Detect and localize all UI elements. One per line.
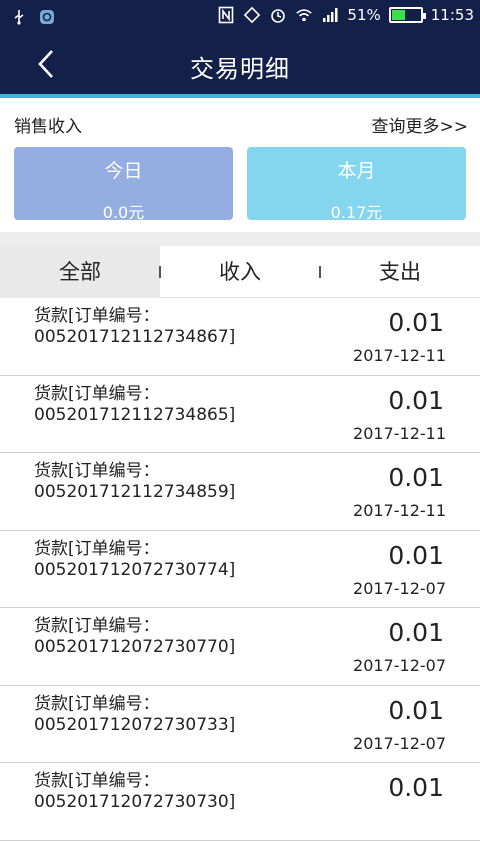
item-description: 货款[订单编号： 005201712072730774] bbox=[34, 539, 294, 581]
filter-tabs: 全部 收入 支出 bbox=[0, 246, 480, 298]
item-desc-line2: 005201712112734867] bbox=[34, 327, 236, 347]
item-amount: 0.01 bbox=[388, 618, 444, 647]
item-desc-line2: 005201712112734859] bbox=[34, 482, 236, 502]
item-description: 货款[订单编号： 005201712072730733] bbox=[34, 694, 294, 736]
list-item[interactable]: 货款[订单编号： 005201712072730770] 0.01 2017-1… bbox=[0, 608, 480, 686]
list-item[interactable]: 货款[订单编号： 005201712112734865] 0.01 2017-1… bbox=[0, 375, 480, 453]
battery-fill bbox=[391, 10, 406, 20]
item-amount: 0.01 bbox=[388, 463, 444, 492]
status-bar: 51% 11:53 bbox=[0, 0, 480, 34]
list-item[interactable]: 货款[订单编号： 005201712072730733] 0.01 2017-1… bbox=[0, 685, 480, 763]
status-right-group: 51% 11:53 bbox=[217, 6, 474, 24]
item-desc-line2: 005201712072730730] bbox=[34, 792, 236, 812]
item-date: 2017-12-11 bbox=[353, 423, 446, 443]
status-left-icons bbox=[10, 8, 56, 26]
item-desc-line1: 货款[订单编号： bbox=[34, 306, 160, 326]
item-desc-line2: 005201712072730733] bbox=[34, 714, 236, 735]
item-desc-line1: 货款[订单编号： bbox=[34, 538, 160, 559]
item-date: 2017-12-07 bbox=[353, 656, 446, 675]
item-date: 2017-12-11 bbox=[353, 346, 446, 365]
item-date: 2017-12-07 bbox=[353, 578, 446, 598]
item-amount: 0.01 bbox=[388, 540, 444, 570]
item-description: 货款[订单编号： 005201712072730770] bbox=[34, 616, 294, 658]
item-amount: 0.01 bbox=[388, 695, 444, 725]
wifi-icon bbox=[295, 6, 313, 24]
item-desc-line2: 005201712072730770] bbox=[34, 637, 236, 657]
item-date: 2017-12-11 bbox=[353, 501, 446, 520]
list-item[interactable]: 货款[订单编号： 005201712112734867] 0.01 2017-1… bbox=[0, 298, 480, 376]
app-notification-icon bbox=[38, 8, 56, 26]
item-description: 货款[订单编号： 005201712072730730] bbox=[34, 771, 294, 813]
item-description: 货款[订单编号： 005201712112734867] bbox=[34, 306, 294, 348]
today-value: 0.0元 bbox=[102, 203, 145, 222]
battery-icon bbox=[388, 7, 426, 23]
item-desc-line1: 货款[订单编号： bbox=[34, 383, 160, 404]
battery-percent: 51% bbox=[347, 6, 381, 24]
item-desc-line1: 货款[订单编号： bbox=[34, 461, 160, 481]
tab-all[interactable]: 全部 bbox=[0, 246, 160, 298]
status-time: 11:53 bbox=[430, 6, 474, 24]
item-desc-line1: 货款[订单编号： bbox=[34, 771, 160, 791]
item-description: 货款[订单编号： 005201712112734865] bbox=[34, 384, 294, 426]
rotate-icon bbox=[243, 6, 261, 24]
nfc-icon bbox=[217, 6, 235, 24]
list-item[interactable]: 货款[订单编号： 005201712072730730] 0.01 bbox=[0, 763, 480, 841]
tab-expense[interactable]: 支出 bbox=[320, 246, 480, 298]
sales-label: 销售收入 bbox=[14, 117, 82, 137]
month-label: 本月 bbox=[337, 160, 376, 182]
item-description: 货款[订单编号： 005201712112734859] bbox=[34, 461, 294, 503]
item-desc-line1: 货款[订单编号： bbox=[34, 616, 160, 636]
section-divider bbox=[0, 232, 480, 246]
month-value: 0.17元 bbox=[330, 203, 383, 222]
item-amount: 0.01 bbox=[388, 773, 444, 802]
page-title: 交易明细 bbox=[190, 55, 290, 83]
tab-income[interactable]: 收入 bbox=[160, 246, 320, 298]
sales-row: 销售收入 查询更多>> bbox=[0, 98, 480, 146]
item-amount: 0.01 bbox=[388, 385, 444, 415]
signal-icon bbox=[321, 6, 339, 24]
month-card[interactable]: 本月 0.17元 bbox=[247, 147, 466, 222]
item-desc-line2: 005201712112734865] bbox=[34, 404, 236, 425]
today-card[interactable]: 今日 0.0元 bbox=[14, 147, 233, 222]
list-item[interactable]: 货款[订单编号： 005201712112734859] 0.01 2017-1… bbox=[0, 453, 480, 531]
item-desc-line2: 005201712072730774] bbox=[34, 559, 236, 580]
item-desc-line1: 货款[订单编号： bbox=[34, 693, 160, 714]
list-item[interactable]: 货款[订单编号： 005201712072730774] 0.01 2017-1… bbox=[0, 530, 480, 608]
usb-icon bbox=[10, 8, 28, 26]
nav-bar: 交易明细 bbox=[0, 34, 480, 94]
item-date: 2017-12-07 bbox=[353, 733, 446, 753]
today-label: 今日 bbox=[104, 160, 143, 182]
transaction-list: 货款[订单编号： 005201712112734867] 0.01 2017-1… bbox=[0, 298, 480, 841]
item-amount: 0.01 bbox=[388, 308, 444, 337]
alarm-icon bbox=[269, 6, 287, 24]
query-more-link[interactable]: 查询更多>> bbox=[372, 112, 469, 137]
